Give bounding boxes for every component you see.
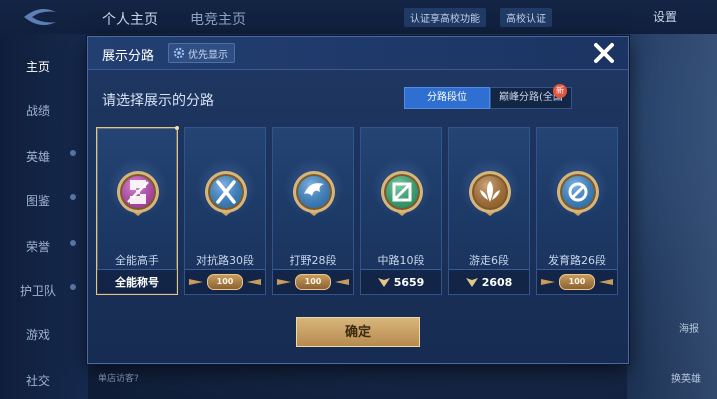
top-bar: 个人主页 电竞主页 认证享高校功能 高校认证 设置 bbox=[0, 0, 717, 34]
tab-esports-home[interactable]: 电竞主页 bbox=[190, 9, 246, 29]
lane-card-mid[interactable]: 中路10段 5659 bbox=[360, 127, 442, 295]
rank-star-badge: 100 bbox=[559, 274, 595, 290]
lane-card-jungle[interactable]: 打野28段 100 bbox=[272, 127, 354, 295]
roam-emblem-icon bbox=[469, 171, 511, 216]
lane-card-label: 全能高手 bbox=[115, 254, 159, 267]
lane-card-label: 发育路26段 bbox=[548, 254, 606, 267]
selected-corner-marker bbox=[175, 126, 179, 130]
sidebar-dot bbox=[70, 284, 76, 290]
lane-card-label: 中路10段 bbox=[377, 254, 425, 267]
lane-card-footer: 2608 bbox=[449, 269, 529, 294]
ranking-type-tabs: 分路段位 巅峰分路(全国 bbox=[404, 87, 572, 109]
priority-display-button[interactable]: 优先显示 bbox=[168, 43, 235, 63]
peak-points-icon bbox=[465, 278, 478, 287]
lane-card-all-round[interactable]: 全能高手 全能称号 bbox=[96, 126, 179, 295]
sidebar-item-codex[interactable]: 图鉴 bbox=[26, 192, 50, 209]
farm-lane-emblem-icon bbox=[557, 171, 599, 216]
new-badge: 新 bbox=[553, 84, 567, 98]
peak-points-icon bbox=[377, 278, 390, 287]
sidebar-item-home[interactable]: 主页 bbox=[26, 58, 50, 75]
rank-star-badge: 100 bbox=[207, 274, 243, 290]
tab-personal-home[interactable]: 个人主页 bbox=[102, 9, 158, 29]
lane-card-label: 对抗路30段 bbox=[196, 254, 254, 267]
sidebar-item-honor[interactable]: 荣誉 bbox=[26, 238, 50, 255]
campus-verify-chip[interactable]: 高校认证 bbox=[500, 8, 552, 27]
wing-left-icon bbox=[541, 279, 555, 285]
lane-card-clash[interactable]: 对抗路30段 100 bbox=[184, 127, 266, 295]
dialog-header: 展示分路 优先显示 bbox=[88, 37, 628, 70]
lane-display-dialog: 展示分路 优先显示 请选择展示的分路 分路段位 巅峰分路(全国 新 全能高手全能… bbox=[87, 36, 629, 364]
switch-hero-button[interactable]: 换英雄 bbox=[671, 370, 701, 385]
gear-icon bbox=[173, 47, 185, 59]
clash-lane-emblem-icon bbox=[205, 171, 247, 216]
sidebar-item-heroes[interactable]: 英雄 bbox=[26, 148, 50, 165]
sidebar-item-social[interactable]: 社交 bbox=[26, 372, 50, 389]
close-icon bbox=[594, 43, 614, 63]
sidebar-item-games[interactable]: 游戏 bbox=[26, 326, 50, 343]
rank-star-badge: 100 bbox=[295, 274, 331, 290]
mid-lane-emblem-icon bbox=[381, 171, 423, 216]
points-value: 2608 bbox=[481, 275, 513, 289]
back-logo-icon[interactable] bbox=[22, 8, 58, 26]
lane-card-label: 游走6段 bbox=[469, 254, 509, 267]
sidebar-dot bbox=[70, 194, 76, 200]
lane-card-footer: 100 bbox=[537, 269, 617, 294]
sidebar-dot bbox=[70, 240, 76, 246]
lane-card-farm[interactable]: 发育路26段 100 bbox=[536, 127, 618, 295]
lane-card-footer: 5659 bbox=[361, 269, 441, 294]
sidebar-item-guard[interactable]: 护卫队 bbox=[20, 282, 56, 299]
all-round-emblem-icon bbox=[117, 171, 159, 216]
confirm-button[interactable]: 确定 bbox=[296, 317, 420, 347]
wing-right-icon bbox=[335, 279, 349, 285]
wing-left-icon bbox=[189, 279, 203, 285]
jungle-emblem-icon bbox=[293, 171, 335, 216]
sidebar: 主页 战绩 英雄 图鉴 荣誉 护卫队 游戏 社交 bbox=[0, 34, 88, 399]
title-text: 全能称号 bbox=[115, 276, 159, 289]
lane-card-footer: 100 bbox=[273, 269, 353, 294]
priority-display-label: 优先显示 bbox=[188, 49, 228, 61]
wing-right-icon bbox=[247, 279, 261, 285]
select-prompt: 请选择展示的分路 bbox=[102, 93, 214, 109]
campus-feature-chip[interactable]: 认证享高校功能 bbox=[404, 8, 486, 27]
hero-preview-panel: 海报 换英雄 bbox=[627, 34, 717, 399]
wing-left-icon bbox=[277, 279, 291, 285]
close-button[interactable] bbox=[588, 38, 620, 68]
wing-right-icon bbox=[599, 279, 613, 285]
tab-lane-rank[interactable]: 分路段位 bbox=[404, 87, 490, 109]
lane-card-roam[interactable]: 游走6段 2608 bbox=[448, 127, 530, 295]
settings-button[interactable]: 设置 bbox=[653, 8, 677, 25]
poster-button[interactable]: 海报 bbox=[679, 320, 699, 335]
lane-card-label: 打野28段 bbox=[289, 254, 337, 267]
lane-card-footer: 100 bbox=[185, 269, 265, 294]
visitor-text: 单店访客? bbox=[98, 374, 139, 384]
dialog-title: 展示分路 bbox=[102, 49, 155, 64]
points-value: 5659 bbox=[393, 275, 425, 289]
sidebar-dot bbox=[70, 150, 76, 156]
sidebar-item-record[interactable]: 战绩 bbox=[26, 102, 50, 119]
lane-card-footer: 全能称号 bbox=[97, 269, 177, 294]
